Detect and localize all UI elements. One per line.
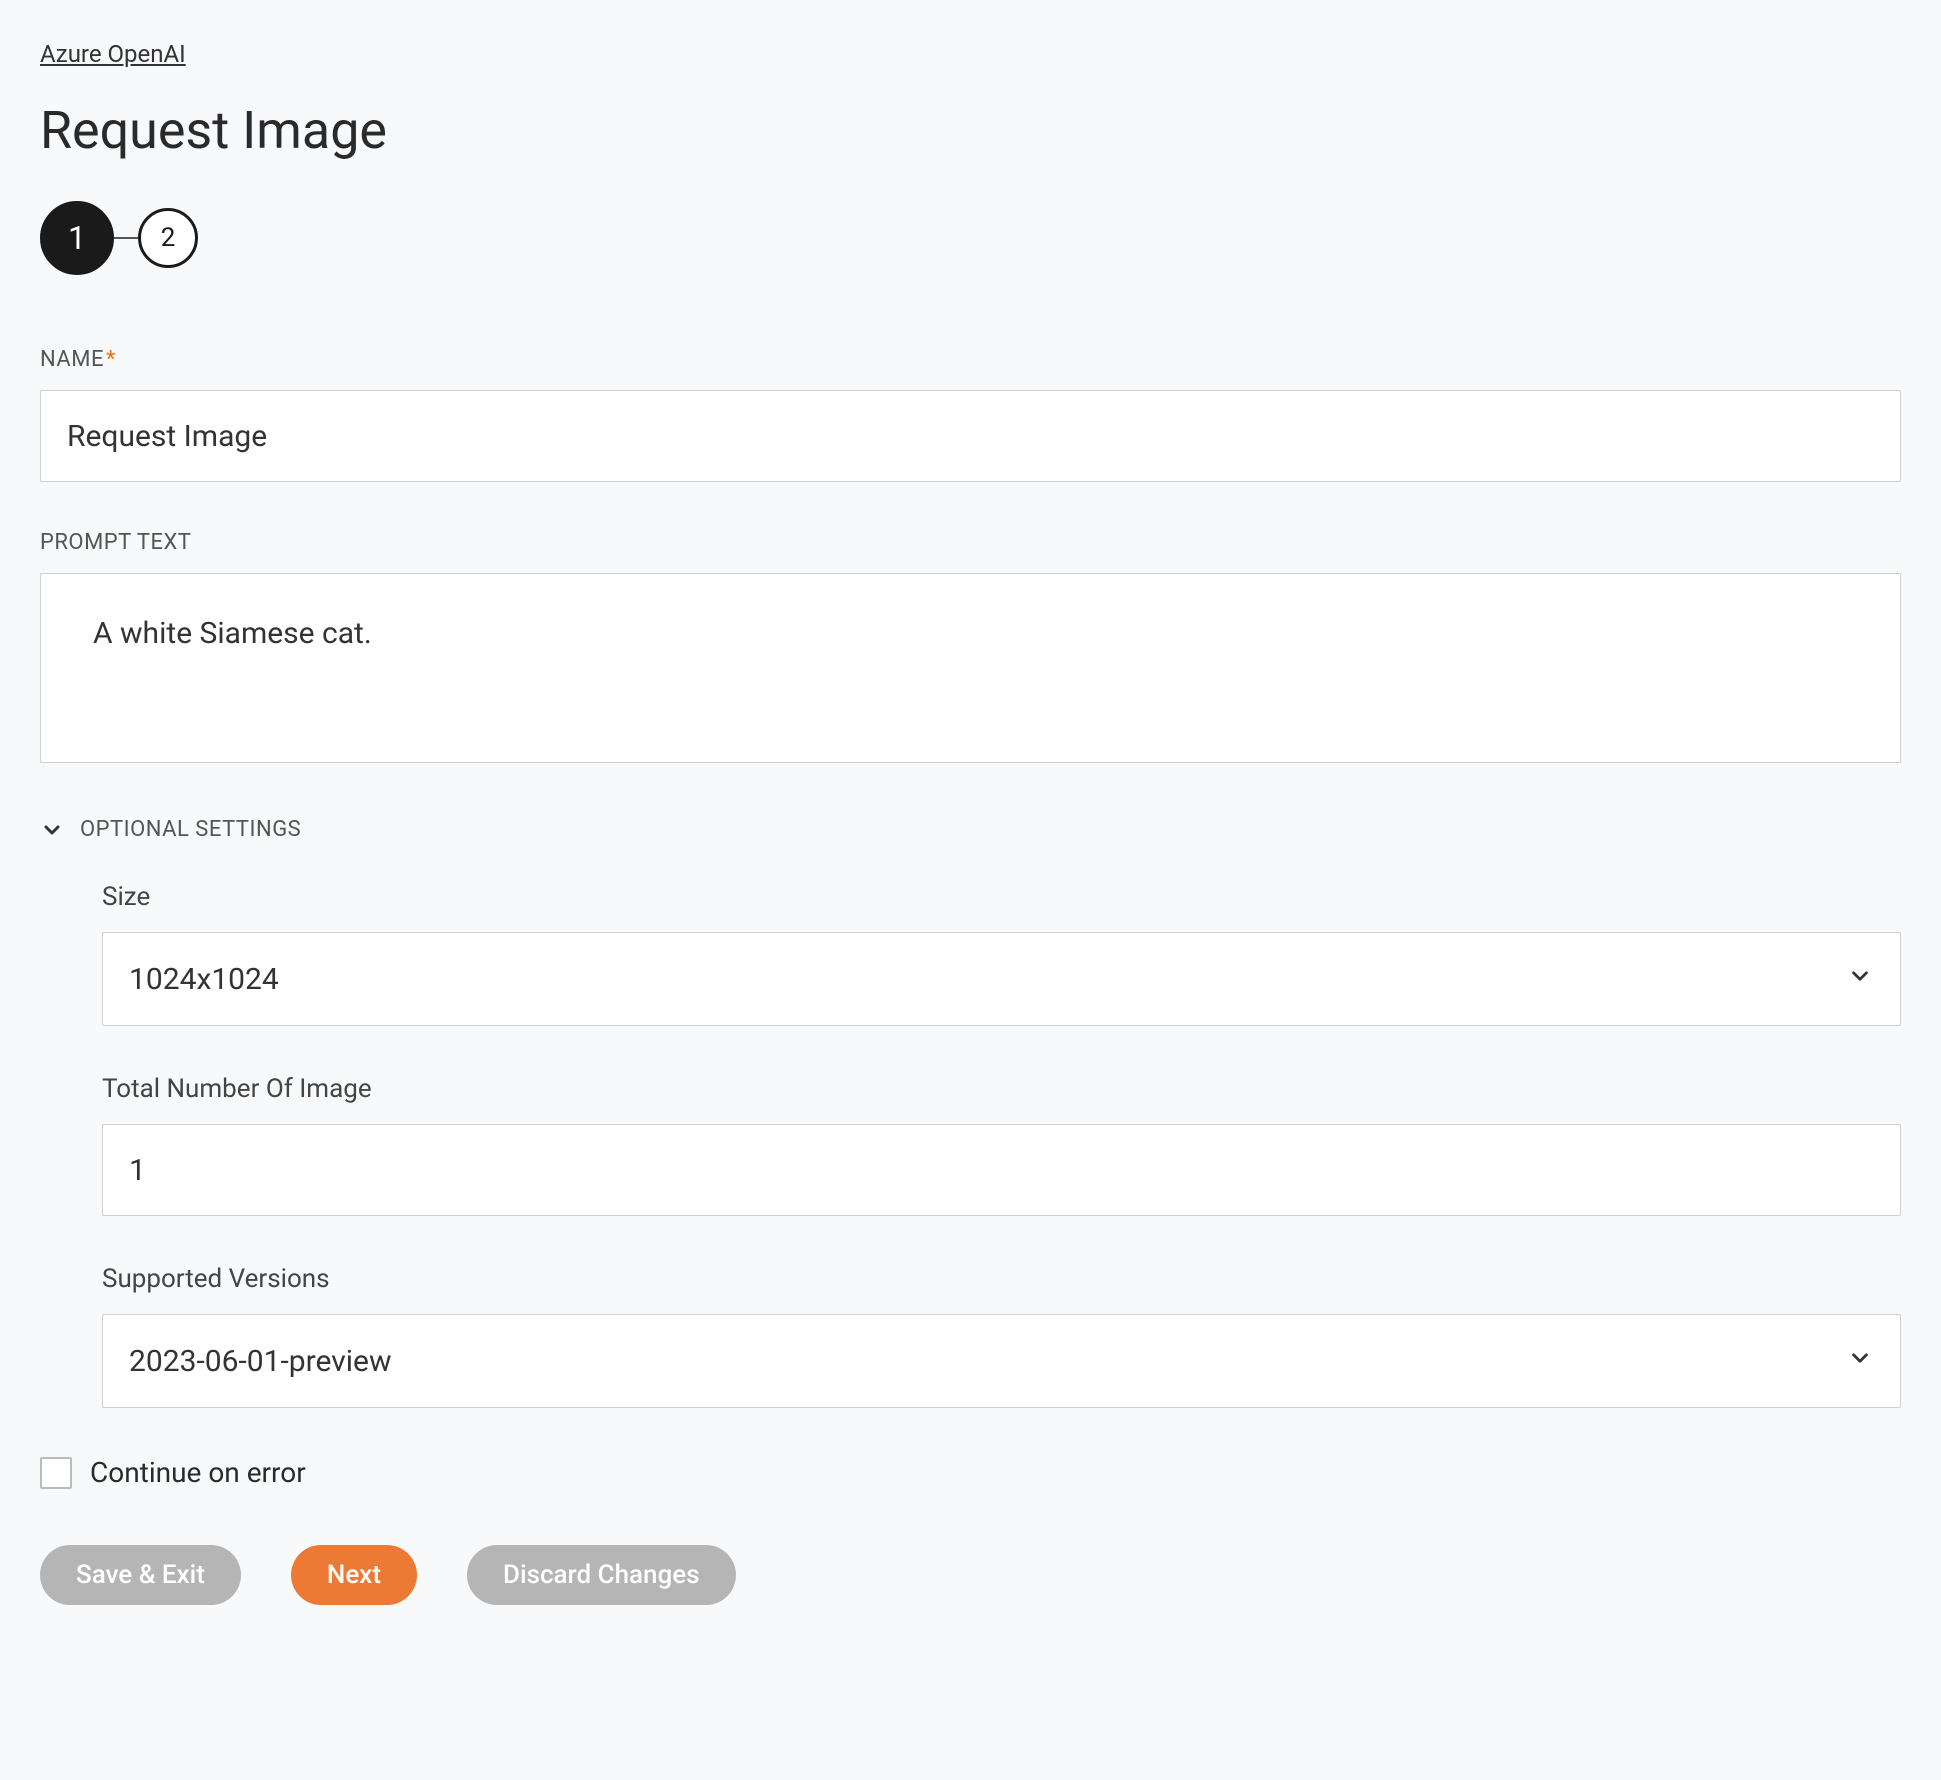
button-row: Save & Exit Next Discard Changes: [40, 1545, 1901, 1605]
next-button[interactable]: Next: [291, 1545, 417, 1605]
name-label-text: NAME: [40, 347, 104, 372]
prompt-field-group: PROMPT TEXT A white Siamese cat.: [40, 530, 1901, 769]
page-title: Request Image: [40, 100, 1901, 161]
name-input[interactable]: [40, 390, 1901, 482]
size-select[interactable]: 1024x1024: [102, 932, 1901, 1026]
optional-settings-toggle[interactable]: OPTIONAL SETTINGS: [40, 817, 1901, 842]
breadcrumb-link[interactable]: Azure OpenAI: [40, 40, 186, 68]
prompt-label: PROMPT TEXT: [40, 530, 1901, 555]
continue-on-error-checkbox[interactable]: [40, 1457, 72, 1489]
size-label: Size: [102, 882, 1901, 912]
discard-changes-button[interactable]: Discard Changes: [467, 1545, 736, 1605]
name-field-group: NAME*: [40, 347, 1901, 482]
chevron-down-icon: [40, 818, 64, 842]
prompt-textarea[interactable]: A white Siamese cat.: [40, 573, 1901, 763]
total-number-label: Total Number Of Image: [102, 1074, 1901, 1104]
step-1[interactable]: 1: [40, 201, 114, 275]
size-field-group: Size 1024x1024: [102, 882, 1901, 1026]
step-connector: [114, 237, 138, 239]
optional-settings-label: OPTIONAL SETTINGS: [80, 817, 301, 842]
total-number-field-group: Total Number Of Image: [102, 1074, 1901, 1216]
continue-on-error-label[interactable]: Continue on error: [90, 1456, 306, 1489]
supported-versions-label: Supported Versions: [102, 1264, 1901, 1294]
stepper: 1 2: [40, 201, 1901, 275]
supported-versions-field-group: Supported Versions 2023-06-01-preview: [102, 1264, 1901, 1408]
total-number-input[interactable]: [102, 1124, 1901, 1216]
name-label: NAME*: [40, 347, 1901, 372]
continue-on-error-row: Continue on error: [40, 1456, 1901, 1489]
optional-section: Size 1024x1024 Total Number Of Image Sup…: [40, 882, 1901, 1408]
step-2[interactable]: 2: [138, 208, 198, 268]
required-star-icon: *: [106, 347, 116, 372]
supported-versions-select[interactable]: 2023-06-01-preview: [102, 1314, 1901, 1408]
save-exit-button[interactable]: Save & Exit: [40, 1545, 241, 1605]
